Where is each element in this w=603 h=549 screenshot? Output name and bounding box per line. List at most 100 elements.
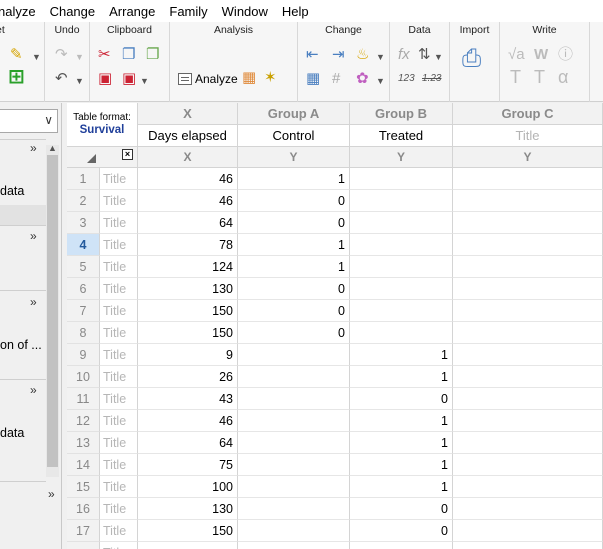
analyze-button[interactable]: Analyze (178, 70, 238, 88)
table-cell[interactable]: 130 (138, 498, 238, 520)
format-123-icon[interactable]: 123 (398, 70, 415, 88)
column-header[interactable]: X (138, 103, 238, 125)
column-title[interactable]: Title (453, 125, 603, 147)
table-cell[interactable] (238, 432, 350, 454)
table-icon[interactable]: ▦ (242, 69, 256, 87)
table-cell[interactable]: 0 (238, 190, 350, 212)
text-icon[interactable]: T (510, 68, 521, 86)
table-cell[interactable] (453, 344, 603, 366)
row-number[interactable]: 5 (67, 256, 100, 278)
table-cell[interactable] (453, 366, 603, 388)
table-cell[interactable]: 64 (138, 212, 238, 234)
insert-grid-icon[interactable]: ▦ (306, 70, 320, 88)
chevron-down-icon[interactable]: ▼ (32, 48, 41, 66)
scrollbar-thumb[interactable] (47, 155, 58, 467)
row-number[interactable]: 6 (67, 278, 100, 300)
table-cell[interactable]: 1 (350, 366, 453, 388)
table-cell[interactable]: 46 (138, 190, 238, 212)
sort-icon[interactable]: ⇅ (418, 46, 431, 64)
navigator-scrollbar[interactable]: ▲ (46, 143, 59, 477)
table-cell[interactable] (238, 344, 350, 366)
table-cell[interactable] (350, 234, 453, 256)
table-cell[interactable]: 1 (350, 476, 453, 498)
menu-item[interactable]: Family (162, 0, 214, 22)
greek-alpha-icon[interactable]: α (558, 68, 568, 86)
move-right-icon[interactable]: ⇥ (332, 46, 345, 64)
row-title[interactable]: Title (100, 388, 138, 410)
magic-wand-icon[interactable]: ✶ (264, 69, 277, 87)
table-cell[interactable]: 150 (138, 322, 238, 344)
table-cell[interactable] (350, 542, 453, 549)
table-cell[interactable]: 1 (238, 234, 350, 256)
menu-item[interactable]: Window (215, 0, 275, 22)
table-cell[interactable]: 75 (138, 454, 238, 476)
copy-icon[interactable]: ❐ (122, 46, 135, 64)
row-number[interactable]: 13 (67, 432, 100, 454)
table-cell[interactable]: 0 (350, 498, 453, 520)
row-number[interactable]: 12 (67, 410, 100, 432)
navigator-item-label[interactable]: data (0, 426, 24, 440)
table-cell[interactable] (238, 388, 350, 410)
row-number[interactable] (67, 542, 100, 549)
row-title[interactable]: Title (100, 168, 138, 190)
menu-item[interactable]: nalyze (0, 0, 43, 22)
paste-icon[interactable]: ▣ (98, 70, 112, 88)
table-cell[interactable] (350, 278, 453, 300)
table-cell[interactable] (453, 454, 603, 476)
table-cell[interactable]: 1 (238, 256, 350, 278)
select-all-icon[interactable] (87, 154, 96, 163)
row-title[interactable]: Title (100, 344, 138, 366)
row-title[interactable]: Title (100, 454, 138, 476)
table-cell[interactable] (453, 542, 603, 549)
table-cell[interactable]: 1 (350, 410, 453, 432)
table-cell[interactable]: 130 (138, 278, 238, 300)
table-cell[interactable]: 26 (138, 366, 238, 388)
table-cell[interactable] (238, 520, 350, 542)
table-cell[interactable] (350, 212, 453, 234)
table-cell[interactable] (138, 542, 238, 549)
table-cell[interactable]: 9 (138, 344, 238, 366)
table-cell[interactable]: 0 (350, 520, 453, 542)
table-format-box[interactable]: Table format: Survival (67, 103, 138, 147)
table-cell[interactable]: 1 (238, 168, 350, 190)
menu-item[interactable]: Help (275, 0, 316, 22)
table-cell[interactable]: 78 (138, 234, 238, 256)
table-cell[interactable]: 150 (138, 520, 238, 542)
chevron-double-right-icon[interactable]: » (48, 487, 55, 501)
chevron-double-right-icon[interactable]: » (30, 141, 37, 155)
row-number[interactable]: 14 (67, 454, 100, 476)
chevron-down-icon[interactable]: ▼ (376, 72, 385, 90)
row-title[interactable]: Title (100, 300, 138, 322)
info-icon[interactable]: ⓘ (558, 46, 573, 64)
column-header[interactable]: Group C (453, 103, 603, 125)
row-number[interactable]: 8 (67, 322, 100, 344)
row-title[interactable]: Title (100, 476, 138, 498)
equation-icon[interactable]: √a (508, 46, 525, 64)
table-cell[interactable]: 0 (238, 322, 350, 344)
table-cell[interactable] (453, 234, 603, 256)
table-cell[interactable] (453, 256, 603, 278)
undo-icon[interactable]: ↶ (55, 70, 68, 88)
row-number[interactable]: 1 (67, 168, 100, 190)
table-cell[interactable] (453, 190, 603, 212)
chevron-down-icon[interactable]: ▼ (75, 72, 84, 90)
table-cell[interactable]: 100 (138, 476, 238, 498)
chevron-down-icon[interactable]: ▼ (376, 48, 385, 66)
navigator-item-label[interactable]: data (0, 184, 24, 198)
column-title[interactable]: Control (238, 125, 350, 147)
table-cell[interactable]: 0 (238, 278, 350, 300)
table-cell[interactable] (350, 168, 453, 190)
table-cell[interactable] (453, 168, 603, 190)
row-number[interactable]: 16 (67, 498, 100, 520)
table-cell[interactable]: 1 (350, 432, 453, 454)
navigator-dropdown[interactable]: ∨ (0, 109, 58, 133)
table-cell[interactable] (453, 476, 603, 498)
row-title[interactable]: Title (100, 520, 138, 542)
row-number[interactable]: 4 (67, 234, 100, 256)
import-file-icon[interactable]: ⎙ (462, 47, 481, 71)
paste-special-icon[interactable]: ▣ (122, 70, 136, 88)
row-title[interactable]: Title (100, 322, 138, 344)
number-format-icon[interactable]: # (332, 70, 340, 88)
table-cell[interactable]: 46 (138, 410, 238, 432)
row-number[interactable]: 17 (67, 520, 100, 542)
